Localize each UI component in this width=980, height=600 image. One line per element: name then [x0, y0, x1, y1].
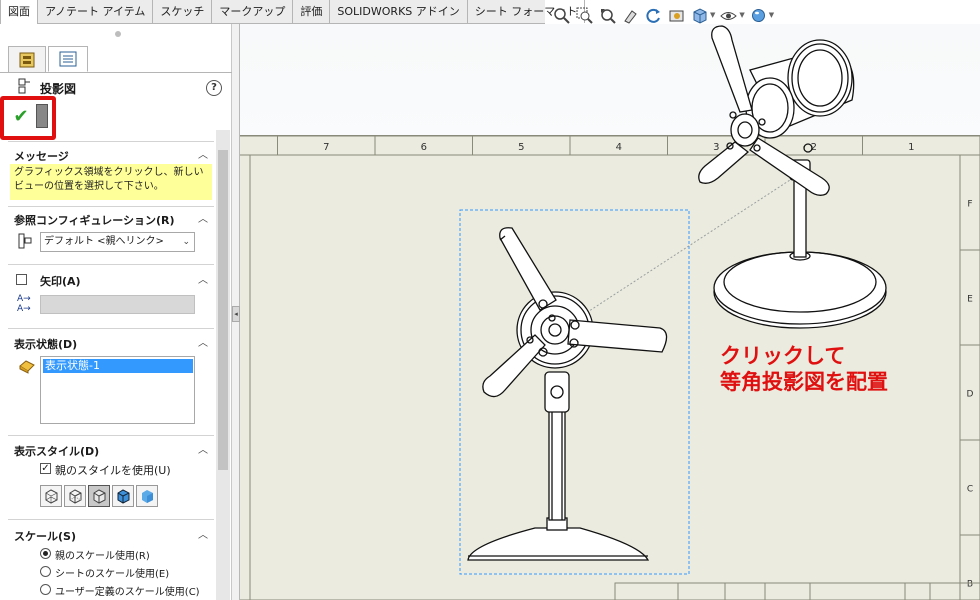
scale-radio-parent[interactable] — [40, 548, 51, 559]
scale-option-parent-label: 親のスケール使用(R) — [55, 551, 150, 562]
display-state-item[interactable]: 表示状態-1 — [43, 359, 193, 373]
sheet-zone-column-label: 7 — [323, 142, 329, 153]
instruction-annotation-line2: 等角投影図を配置 — [720, 370, 888, 394]
hidden-lines-visible-icon[interactable] — [64, 485, 86, 507]
arrow-label-field[interactable] — [40, 295, 195, 314]
ok-button[interactable]: ✔ — [10, 106, 32, 128]
display-state-section-title: 表示状態(D) — [14, 338, 78, 351]
sheet-zone-column-label: 6 — [421, 142, 427, 153]
projected-view-icon — [18, 78, 32, 97]
shaded-icon[interactable] — [136, 485, 158, 507]
chevron-up-icon[interactable]: ︿ — [198, 271, 208, 286]
display-state-list[interactable]: 表示状態-1 — [40, 356, 195, 424]
title-block — [614, 582, 980, 600]
chevron-up-icon[interactable]: ︿ — [198, 146, 208, 161]
use-parent-style-label: 親のスタイルを使用(U) — [55, 464, 171, 477]
collapse-arrow-icon[interactable]: ◂ — [232, 306, 240, 322]
panel-grip-icon[interactable] — [115, 31, 121, 37]
sheet-zone-row-label: E — [967, 295, 973, 305]
isometric-view-fan — [698, 25, 887, 329]
scale-option-sheet-label: シートのスケール使用(E) — [55, 569, 170, 580]
wireframe-icon[interactable] — [40, 485, 62, 507]
message-box: グラフィックス領域をクリックし、新しいビューの位置を選択して下さい。 — [10, 164, 212, 200]
display-style-buttons — [40, 485, 158, 507]
arrow-checkbox[interactable] — [16, 274, 27, 285]
display-state-icon — [18, 358, 36, 377]
arrow-section-title: 矢印(A) — [40, 275, 81, 288]
reference-config-value: デフォルト <親へリンク> — [44, 236, 164, 247]
chevron-down-icon: ⌄ — [182, 237, 190, 247]
arrow-label-icon: A→ A→ — [17, 294, 31, 314]
chevron-up-icon[interactable]: ︿ — [198, 526, 208, 541]
sheet-zone-row-label: F — [967, 200, 972, 210]
scale-radio-custom[interactable] — [40, 584, 51, 595]
sheet-zone-column-label: 5 — [518, 142, 524, 153]
scale-option-custom-label: ユーザー定義のスケール使用(C) — [55, 587, 200, 598]
scale-radio-sheet[interactable] — [40, 566, 51, 577]
configuration-icon — [18, 233, 32, 252]
property-manager-icon — [59, 51, 77, 67]
panel-scrollbar-thumb[interactable] — [218, 150, 228, 470]
pushpin-icon[interactable] — [36, 104, 48, 128]
reference-config-select[interactable]: デフォルト <親へリンク> ⌄ — [40, 232, 195, 252]
hidden-lines-removed-icon[interactable] — [88, 485, 110, 507]
shaded-with-edges-icon[interactable] — [112, 485, 134, 507]
sheet-zone-rows: F E D C B — [960, 200, 980, 590]
panel-title: 投影図 — [40, 82, 77, 96]
sheet-zone-row-label: D — [967, 390, 974, 400]
message-section-title: メッセージ — [14, 150, 69, 163]
help-icon[interactable]: ? — [206, 80, 222, 96]
sheet-zone-column-label: 4 — [616, 142, 622, 153]
scale-section-title: スケール(S) — [14, 530, 76, 543]
sheet-zone-column-label: 1 — [908, 142, 914, 153]
panel-splitter[interactable]: ◂ — [232, 24, 240, 600]
tab-property-manager[interactable] — [48, 46, 88, 72]
reference-config-section-title: 参照コンフィギュレーション(R) — [14, 214, 175, 227]
sheet-zone-column-label: 3 — [713, 142, 719, 153]
front-view-fan — [467, 227, 668, 561]
feature-manager-icon — [19, 52, 35, 67]
chevron-up-icon[interactable]: ︿ — [198, 334, 208, 349]
chevron-up-icon[interactable]: ︿ — [198, 441, 208, 456]
tab-feature-manager[interactable] — [8, 46, 46, 72]
chevron-up-icon[interactable]: ︿ — [198, 210, 208, 225]
sheet-zone-row-label: C — [967, 485, 973, 495]
display-style-section-title: 表示スタイル(D) — [14, 445, 100, 458]
use-parent-style-checkbox[interactable]: ✓ — [40, 463, 51, 474]
sheet-zone-row-label: B — [967, 580, 973, 590]
